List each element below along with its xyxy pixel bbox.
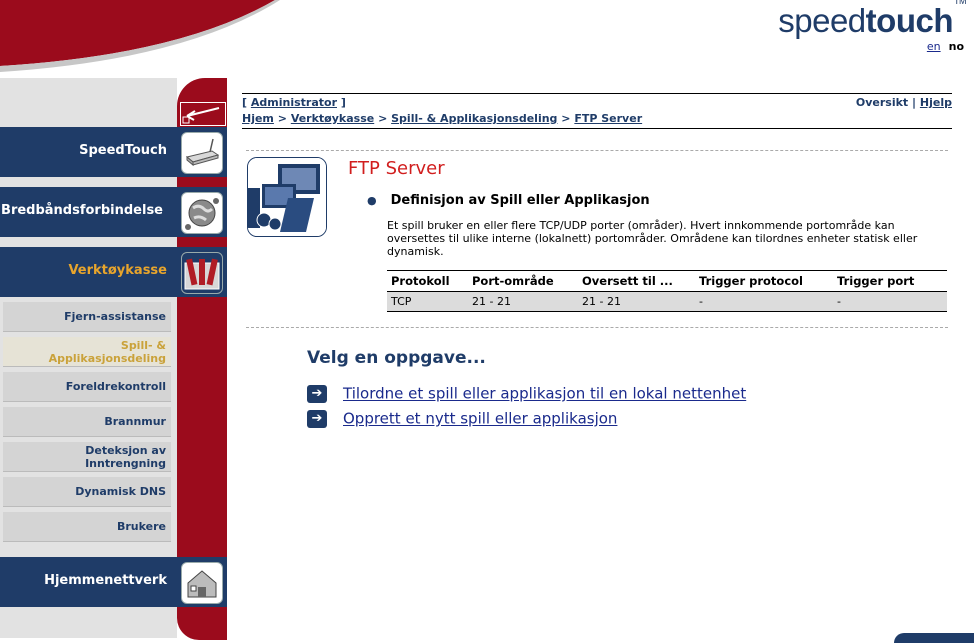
subnav-firewall[interactable]: Brannmur <box>3 407 171 437</box>
cell-trigger-port: - <box>833 291 947 312</box>
subnav-label: Fjern-assistanse <box>64 310 166 323</box>
bracket-close: ] <box>340 96 346 109</box>
page-title: FTP Server <box>348 158 445 179</box>
arrow-right-icon[interactable]: ➔ <box>307 409 327 428</box>
footer-swoosh <box>894 633 974 643</box>
bullet-icon: ● <box>367 194 377 207</box>
subnav-label: Dynamisk DNS <box>75 485 166 498</box>
breadcrumb-sep: > <box>561 112 571 125</box>
arrow-right-icon[interactable]: ➔ <box>307 384 327 403</box>
subnav-label: Brannmur <box>104 415 166 428</box>
network-computers-icon <box>247 157 327 237</box>
cell-protocol: TCP <box>387 291 468 312</box>
nav-speedtouch[interactable]: SpeedTouch <box>0 127 227 177</box>
sidebar-gap <box>227 78 239 640</box>
nav-home-network[interactable]: Hjemmenettverk <box>0 557 227 607</box>
task-assign-device: ➔ Tilordne et spill eller applikasjon til… <box>307 384 746 403</box>
subnav-label: Spill- & Applikasjonsdeling <box>48 338 166 365</box>
header-rule-top <box>242 93 952 94</box>
speedtouch-logo: speedtouchTM <box>778 0 966 39</box>
subnav-label: Deteksjon av Inntrengning <box>85 443 166 470</box>
toolbox-icon <box>181 252 223 294</box>
breadcrumb: Hjem > Verktøykasse > Spill- & Applikasj… <box>242 112 642 125</box>
house-icon <box>181 562 223 604</box>
task-heading: Velg en oppgave... <box>307 348 486 368</box>
cell-port-range: 21 - 21 <box>468 291 578 312</box>
top-links-separator: | <box>912 96 917 109</box>
nav-broadband[interactable]: Bredbåndsforbindelse <box>0 187 227 237</box>
task-create-link[interactable]: Opprett et nytt spill eller applikasjon <box>343 410 617 428</box>
router-icon <box>181 132 223 174</box>
back-arrow-icon[interactable] <box>180 102 226 126</box>
col-translate-to: Oversett til ... <box>578 270 695 292</box>
bracket-open: [ <box>242 96 248 109</box>
col-protocol: Protokoll <box>387 270 468 292</box>
divider-top <box>246 150 948 151</box>
header-rule-bottom <box>242 128 952 129</box>
breadcrumb-sep: > <box>277 112 287 125</box>
user-bar: [ Administrator ] Oversikt | Hjelp <box>242 96 952 109</box>
breadcrumb-home[interactable]: Hjem <box>242 112 274 125</box>
nav-tools-label: Verktøykasse <box>68 263 167 278</box>
table-row: TCP 21 - 21 21 - 21 - - <box>387 291 947 312</box>
definition-description: Et spill bruker en eller flere TCP/UDP p… <box>387 219 918 258</box>
subnav-label: Brukere <box>116 520 166 533</box>
definition-heading-text: Definisjon av Spill eller Applikasjon <box>390 193 650 208</box>
help-link[interactable]: Hjelp <box>920 96 952 109</box>
subnav-dynamic-dns[interactable]: Dynamisk DNS <box>3 477 171 507</box>
breadcrumb-tools[interactable]: Verktøykasse <box>291 112 374 125</box>
nav-home-network-label: Hjemmenettverk <box>44 573 167 588</box>
nav-tools[interactable]: Verktøykasse <box>0 247 227 297</box>
nav-broadband-label: Bredbåndsforbindelse <box>1 203 163 218</box>
divider-bottom <box>246 327 948 328</box>
table-header-row: Protokoll Port-område Oversett til ... T… <box>387 270 947 292</box>
definition-heading: ● Definisjon av Spill eller Applikasjon <box>367 193 650 208</box>
col-trigger-protocol: Trigger protocol <box>695 270 833 292</box>
col-port-range: Port-område <box>468 270 578 292</box>
globe-icon <box>181 192 223 234</box>
subnav-remote-assistance[interactable]: Fjern-assistanse <box>3 302 171 332</box>
port-table: Protokoll Port-område Oversett til ... T… <box>387 270 947 312</box>
breadcrumb-sharing[interactable]: Spill- & Applikasjonsdeling <box>391 112 557 125</box>
nav-speedtouch-label: SpeedTouch <box>79 143 167 158</box>
task-assign-link[interactable]: Tilordne et spill eller applikasjon til … <box>343 385 746 403</box>
breadcrumb-sep: > <box>378 112 388 125</box>
subnav-users[interactable]: Brukere <box>3 512 171 542</box>
breadcrumb-current[interactable]: FTP Server <box>574 112 642 125</box>
task-create-new: ➔ Opprett et nytt spill eller applikasjon <box>307 409 617 428</box>
col-trigger-port: Trigger port <box>833 270 947 292</box>
administrator-link[interactable]: Administrator <box>251 96 337 109</box>
subnav-label: Foreldrekontroll <box>65 380 166 393</box>
language-switch: en no <box>927 40 964 53</box>
subnav-parental-control[interactable]: Foreldrekontroll <box>3 372 171 402</box>
overview-link[interactable]: Oversikt <box>856 96 908 109</box>
subnav-intrusion-detection[interactable]: Deteksjon av Inntrengning <box>3 442 171 472</box>
cell-translate-to: 21 - 21 <box>578 291 695 312</box>
subnav-game-sharing[interactable]: Spill- & Applikasjonsdeling <box>3 337 171 367</box>
lang-en-link[interactable]: en <box>927 40 941 53</box>
top-links: Oversikt | Hjelp <box>856 96 952 109</box>
lang-no-label: no <box>948 40 964 53</box>
cell-trigger-protocol: - <box>695 291 833 312</box>
